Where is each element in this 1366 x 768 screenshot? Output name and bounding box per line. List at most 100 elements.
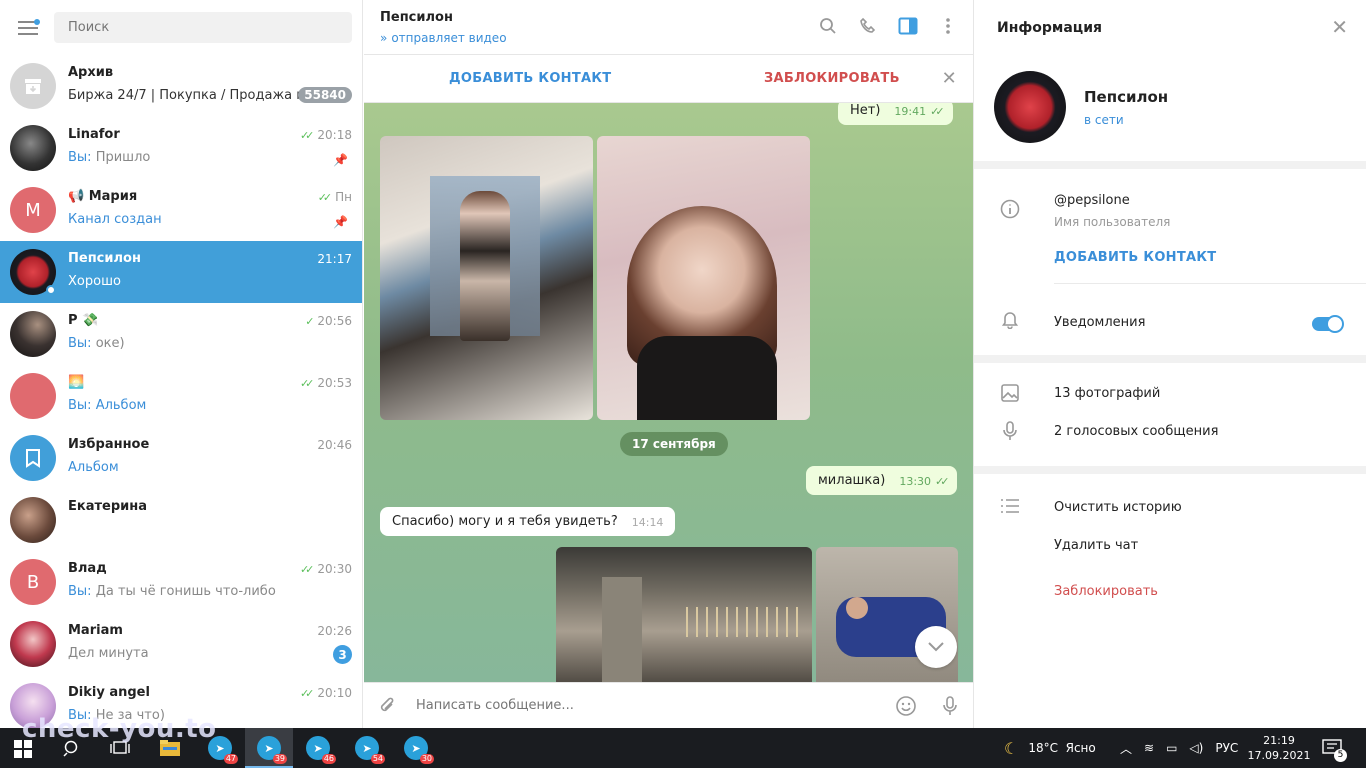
avatar: В	[10, 559, 56, 605]
chat-name: Пепсилон	[68, 251, 141, 266]
more-icon[interactable]	[937, 15, 959, 37]
chat-preview: Дел минута	[68, 646, 149, 661]
archive-icon	[10, 63, 56, 109]
info-actions: Очистить историю Удалить чат Заблокирова…	[974, 474, 1366, 728]
chat-item-linafor[interactable]: Linafor ✓✓ 20:18 Вы: Пришло 📌	[0, 117, 362, 179]
message-time: 14:14	[631, 516, 664, 529]
online-indicator	[46, 285, 56, 295]
image-icon	[1000, 383, 1020, 408]
voice-messages-link[interactable]: 2 голосовых сообщения	[1054, 424, 1218, 439]
telegram-taskbar-5[interactable]: ➤ 30	[401, 734, 434, 764]
chat-item-pepsilon[interactable]: Пепсилон 21:17 Хорошо	[0, 241, 362, 303]
chat-name: Dikiy angel	[68, 685, 150, 700]
chat-item-archive[interactable]: Архив Биржа 24/7 | Покупка / Продажа к..…	[0, 55, 362, 117]
message-text: Спасибо) могу и я тебя увидеть?	[392, 514, 618, 529]
telegram-window: Архив Биржа 24/7 | Покупка / Продажа к..…	[0, 0, 1366, 728]
clock[interactable]: 21:19 17.09.2021	[1248, 728, 1311, 768]
chat-list-sidebar: Архив Биржа 24/7 | Покупка / Продажа к..…	[0, 0, 363, 728]
read-check-icon: ✓✓	[930, 105, 945, 118]
photo[interactable]	[597, 136, 810, 420]
weather-text: 18°C Ясно	[1028, 741, 1096, 755]
chat-name: 📢 Мария	[68, 189, 138, 204]
scroll-down-button[interactable]	[915, 626, 957, 668]
message-list[interactable]: Нет) 19:41 ✓✓ 17 сентября милашка) 13:30 ✓…	[364, 103, 973, 682]
avatar	[10, 125, 56, 171]
chat-name: Влад	[68, 561, 107, 576]
chat-time: ✓✓ 20:53	[299, 376, 352, 390]
chat-name: Архив	[68, 65, 114, 80]
search-input[interactable]	[54, 12, 352, 43]
chat-time: ✓ 20:56	[305, 314, 352, 328]
chat-preview: Вы: Да ты чё гонишь что-либо	[68, 584, 276, 599]
avatar	[10, 373, 56, 419]
chat-item-vlad[interactable]: В Влад ✓✓ 20:30 Вы: Да ты чё гонишь что-л…	[0, 551, 362, 613]
chat-time: ✓✓ 20:18	[299, 128, 352, 142]
chat-header: Пепсилон » отправляет видео	[364, 0, 973, 55]
date-separator: 17 сентября	[620, 432, 728, 456]
add-contact-button[interactable]: ДОБАВИТЬ КОНТАКТ	[449, 71, 611, 86]
chat-time: 20:46	[317, 438, 352, 452]
chat-preview: Вы: Пришло	[68, 150, 151, 165]
close-icon[interactable]: ✕	[1331, 15, 1348, 39]
chat-item-mariam[interactable]: Mariam 20:26 Дел минута 3	[0, 613, 362, 675]
side-panel-icon[interactable]	[897, 15, 919, 37]
message-outgoing[interactable]: милашка) 13:30 ✓✓	[806, 466, 958, 495]
message-incoming[interactable]: Спасибо) могу и я тебя увидеть? 14:14	[380, 507, 676, 536]
notifications-toggle[interactable]	[1312, 315, 1344, 333]
message-time: 19:41 ✓✓	[894, 105, 945, 118]
chat-preview: Канал создан	[68, 212, 162, 227]
delete-chat-button[interactable]: Удалить чат	[1054, 538, 1138, 553]
paperclip-icon[interactable]	[378, 695, 396, 720]
telegram-taskbar-2[interactable]: ➤ 39	[254, 734, 287, 764]
notification-count: 5	[1334, 748, 1347, 762]
emoji-icon[interactable]	[895, 695, 917, 722]
weather-widget[interactable]: ☾ 18°C Ясно	[1004, 728, 1096, 768]
chat-item-sunset[interactable]: 🌅 ✓✓ 20:53 Вы: Альбом	[0, 365, 362, 427]
battery-icon[interactable]: ▭	[1166, 741, 1177, 755]
chevron-up-icon[interactable]: ︿	[1120, 740, 1132, 757]
bell-icon	[1000, 309, 1020, 334]
photo[interactable]	[380, 136, 593, 420]
message-outgoing[interactable]: Нет) 19:41 ✓✓	[838, 103, 953, 125]
username[interactable]: @pepsilone	[1054, 193, 1130, 208]
chat-item-saved-messages[interactable]: Избранное 20:46 Альбом	[0, 427, 362, 489]
block-button[interactable]: ЗАБЛОКИРОВАТЬ	[764, 71, 900, 86]
read-check-icon: ✓✓	[299, 686, 315, 700]
chat-name: Избранное	[68, 437, 150, 452]
menu-icon[interactable]	[10, 10, 46, 46]
chat-item-r[interactable]: Р 💸 ✓ 20:56 Вы: оке)	[0, 303, 362, 365]
close-icon[interactable]: ✕	[942, 68, 957, 89]
chat-preview: Хорошо	[68, 274, 121, 289]
avatar[interactable]	[994, 71, 1066, 143]
info-header: Информация ✕ Пепсилон в сети	[974, 0, 1366, 161]
telegram-icon: ➤ 54	[355, 736, 385, 764]
clock-time: 21:19	[1263, 734, 1295, 747]
chat-preview: Вы: оке)	[68, 336, 125, 351]
network-icon[interactable]: ≋	[1144, 741, 1154, 755]
info-title: Информация	[997, 20, 1102, 36]
avatar	[10, 497, 56, 543]
clear-history-button[interactable]: Очистить историю	[1054, 500, 1182, 515]
photos-link[interactable]: 13 фотографий	[1054, 386, 1160, 401]
telegram-taskbar-3[interactable]: ➤ 46	[303, 734, 336, 764]
chat-item-ekaterina[interactable]: Екатерина	[0, 489, 362, 551]
add-contact-link[interactable]: ДОБАВИТЬ КОНТАКТ	[1054, 250, 1216, 265]
notification-center-icon[interactable]: 5	[1322, 728, 1355, 768]
search-icon[interactable]	[817, 15, 839, 37]
volume-icon[interactable]: ◁)	[1189, 741, 1203, 755]
chat-name: Mariam	[68, 623, 123, 638]
language-indicator[interactable]: РУС	[1215, 741, 1238, 755]
message-input[interactable]	[416, 698, 876, 713]
list-icon	[1000, 498, 1020, 519]
photo[interactable]	[556, 547, 812, 682]
pin-icon: 📌	[333, 153, 348, 167]
block-user-button[interactable]: Заблокировать	[1054, 584, 1158, 599]
chat-time: 21:17	[317, 252, 352, 266]
microphone-icon[interactable]	[941, 695, 959, 722]
phone-icon[interactable]	[857, 15, 879, 37]
chat-item-maria[interactable]: М 📢 Мария ✓✓ Пн Канал создан 📌	[0, 179, 362, 241]
telegram-taskbar-4[interactable]: ➤ 54	[352, 734, 385, 764]
read-check-icon: ✓✓	[299, 376, 315, 390]
chat-time: ✓✓ Пн	[317, 190, 352, 204]
bookmark-icon	[10, 435, 56, 481]
